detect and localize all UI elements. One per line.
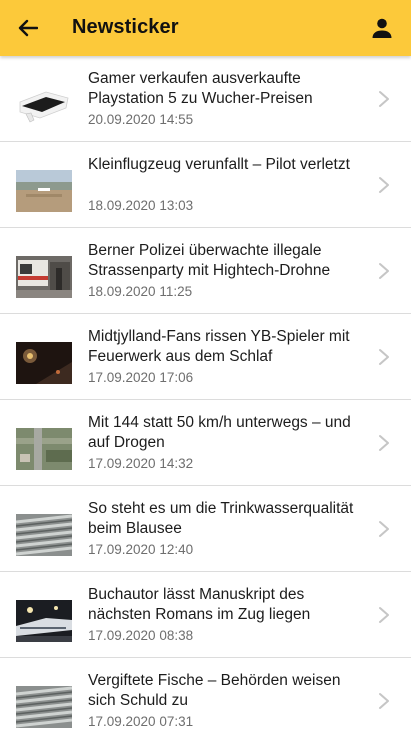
chevron-right-icon [379,521,389,537]
article-thumbnail [16,256,72,298]
article-headline: Kleinflugzeug verunfallt – Pilot verletz… [88,156,350,173]
article-thumbnail [16,170,72,212]
list-item[interactable]: Berner Polizei überwachte illegale Stras… [0,228,411,314]
article-thumbnail [16,428,72,470]
article-thumbnail [16,686,72,728]
list-item[interactable]: Vergiftete Fische – Behörden weisen sich… [0,658,411,731]
article-headline: So steht es um die Trinkwasserqualität b… [88,500,354,537]
article-date: 17.09.2020 12:40 [88,542,194,557]
article-date: 17.09.2020 08:38 [88,628,194,643]
article-date: 17.09.2020 14:32 [88,456,194,471]
chevron-right-icon [379,263,389,279]
list-item[interactable]: Kleinflugzeug verunfallt – Pilot verletz… [0,142,411,228]
article-headline: Mit 144 statt 50 km/h unterwegs – und au… [88,414,351,451]
article-date: 17.09.2020 17:06 [88,370,194,385]
article-headline: Berner Polizei überwachte illegale Stras… [88,242,331,279]
profile-button[interactable] [367,13,397,43]
app-bar: Newsticker [0,0,411,56]
list-item[interactable]: Buchautor lässt Manuskript des nächsten … [0,572,411,658]
chevron-right-icon [379,607,389,623]
list-item[interactable]: So steht es um die Trinkwasserqualität b… [0,486,411,572]
article-thumbnail [16,600,72,642]
article-thumbnail [16,342,72,384]
page-title: Newsticker [72,16,179,38]
article-headline: Gamer verkaufen ausverkaufte Playstation… [88,70,313,107]
article-headline: Midtjylland-Fans rissen YB-Spieler mit F… [88,328,350,365]
list-item[interactable]: Mit 144 statt 50 km/h unterwegs – und au… [0,400,411,486]
article-date: 20.09.2020 14:55 [88,112,194,127]
arrow-left-icon [18,19,38,37]
article-thumbnail [16,84,72,126]
chevron-right-icon [379,349,389,365]
article-headline: Buchautor lässt Manuskript des nächsten … [88,586,311,623]
article-date: 18.09.2020 11:25 [88,284,193,299]
article-thumbnail [16,514,72,556]
chevron-right-icon [379,91,389,107]
article-headline: Vergiftete Fische – Behörden weisen sich… [88,672,341,709]
article-date: 18.09.2020 13:03 [88,198,194,213]
chevron-right-icon [379,693,389,709]
back-button[interactable] [12,12,44,44]
list-item[interactable]: Midtjylland-Fans rissen YB-Spieler mit F… [0,314,411,400]
news-list: Gamer verkaufen ausverkaufte Playstation… [0,56,411,731]
chevron-right-icon [379,435,389,451]
person-icon [372,18,392,38]
list-item[interactable]: Gamer verkaufen ausverkaufte Playstation… [0,56,411,142]
article-date: 17.09.2020 07:31 [88,714,194,729]
chevron-right-icon [379,177,389,193]
